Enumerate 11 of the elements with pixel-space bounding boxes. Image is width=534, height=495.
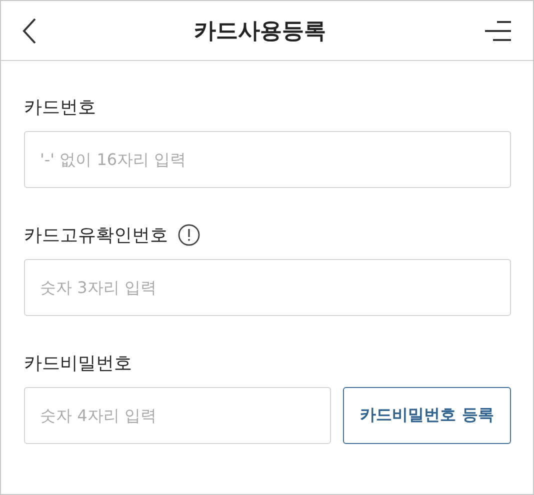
field-label: 카드고유확인번호 — [24, 224, 168, 247]
back-icon[interactable] — [21, 16, 37, 44]
input-field[interactable]: 숫자 3자리 입력 — [24, 259, 511, 316]
field-label: 카드번호 — [24, 96, 96, 119]
register-button[interactable]: 카드비밀번호 등록 — [343, 387, 511, 444]
menu-icon[interactable] — [483, 20, 513, 42]
input-field[interactable]: '-' 없이 16자리 입력 — [24, 131, 511, 188]
field-label: 카드비밀번호 — [24, 352, 132, 375]
page-title: 카드사용등록 — [194, 18, 326, 46]
info-icon[interactable] — [178, 224, 200, 246]
input-field[interactable]: 숫자 4자리 입력 — [24, 387, 331, 444]
